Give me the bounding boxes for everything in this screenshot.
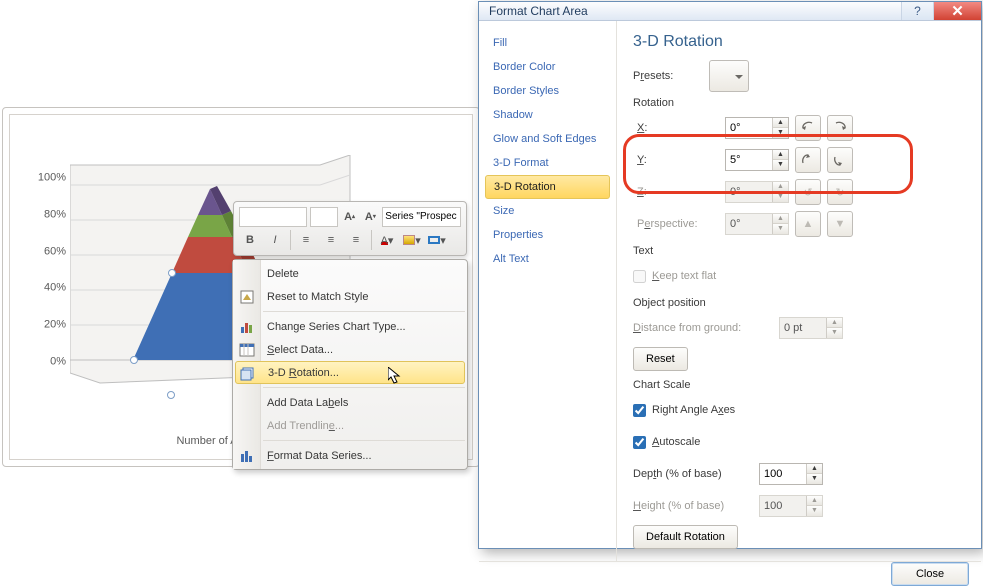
keep-text-flat-check: Keep text flat	[633, 270, 716, 283]
ytick: 0%	[50, 357, 66, 368]
selection-handle[interactable]	[130, 356, 138, 364]
perspective-input	[726, 218, 772, 230]
perspective-label: Perspective:	[633, 218, 719, 230]
pane-3d-rotation: 3-D Rotation Presets: Rotation X: ▲▼	[617, 21, 981, 561]
chart-type-icon	[238, 318, 256, 336]
rot-x-left-button[interactable]	[795, 115, 821, 141]
rot-y-spinner[interactable]: ▲▼	[725, 149, 789, 171]
default-rotation-button[interactable]: Default Rotation	[633, 525, 738, 549]
cat-3d-rotation[interactable]: 3-D Rotation	[485, 175, 610, 199]
fill-color-button[interactable]: ▾	[401, 230, 423, 250]
cat-shadow[interactable]: Shadow	[479, 103, 616, 127]
font-name-combo[interactable]	[239, 207, 307, 227]
category-list: Fill Border Color Border Styles Shadow G…	[479, 21, 617, 561]
ctx-3d-rotation[interactable]: 3-D Rotation...	[235, 361, 465, 384]
height-label: Height (% of base)	[633, 500, 753, 512]
cat-glow[interactable]: Glow and Soft Edges	[479, 127, 616, 151]
ytick: 80%	[44, 209, 66, 220]
depth-input[interactable]	[760, 468, 806, 480]
ctx-format-data-series[interactable]: Format Data Series...	[233, 444, 467, 467]
y-axis-labels: 100% 80% 60% 40% 20% 0%	[26, 155, 66, 385]
rot-y-down-button[interactable]	[827, 147, 853, 173]
ctx-reset-match-style[interactable]: Reset to Match Style	[233, 285, 467, 308]
section-rotation: Rotation	[633, 97, 965, 109]
cat-alt-text[interactable]: Alt Text	[479, 247, 616, 271]
format-series-icon	[238, 447, 256, 465]
rot-z-label: Z:	[633, 186, 719, 198]
font-color-button[interactable]: A▾	[376, 230, 398, 250]
cat-border-color[interactable]: Border Color	[479, 55, 616, 79]
rot-x-spinner[interactable]: ▲▼	[725, 117, 789, 139]
section-chart-scale: Chart Scale	[633, 379, 965, 391]
outline-color-button[interactable]: ▾	[426, 230, 448, 250]
font-size-combo[interactable]	[310, 207, 338, 227]
distance-input	[780, 322, 826, 334]
rot-y-input[interactable]	[726, 154, 772, 166]
mini-format-toolbar[interactable]: A▴ A▾ Series "Prospec B I ≡ ≡ ≡ A▾ ▾ ▾	[233, 201, 467, 256]
ctx-change-series-type[interactable]: Change Series Chart Type...	[233, 315, 467, 338]
autoscale-check[interactable]: Autoscale	[633, 436, 700, 449]
distance-label: Distance from ground:	[633, 322, 773, 334]
reset-button[interactable]: Reset	[633, 347, 688, 371]
align-right-button[interactable]: ≡	[345, 230, 367, 250]
rot-y-up-button[interactable]	[795, 147, 821, 173]
ytick: 20%	[44, 320, 66, 331]
cat-properties[interactable]: Properties	[479, 223, 616, 247]
help-button[interactable]: ?	[901, 2, 933, 20]
persp-down-button: ▼	[827, 211, 853, 237]
rot-x-label: X:	[633, 122, 719, 134]
perspective-spinner: ▲▼	[725, 213, 789, 235]
height-spinner: ▲▼	[759, 495, 823, 517]
dialog-footer: Close	[479, 561, 981, 586]
ytick: 100%	[38, 173, 66, 184]
close-button[interactable]: ✕	[933, 2, 981, 20]
rot-z-spinner: ▲▼	[725, 181, 789, 203]
height-input	[760, 500, 806, 512]
section-text: Text	[633, 245, 965, 257]
rotation-icon	[239, 364, 257, 382]
rot-z-ccw-button: ↺	[795, 179, 821, 205]
rot-x-right-button[interactable]	[827, 115, 853, 141]
right-angle-axes-check[interactable]: Right Angle Axes	[633, 404, 735, 417]
ctx-select-data[interactable]: Select Data...	[233, 338, 467, 361]
cursor-icon	[388, 367, 404, 385]
select-data-icon	[238, 341, 256, 359]
pane-title: 3-D Rotation	[633, 33, 965, 51]
ctx-delete[interactable]: Delete	[233, 262, 467, 285]
format-chart-area-dialog: Format Chart Area ? ✕ Fill Border Color …	[478, 1, 982, 549]
ytick: 60%	[44, 246, 66, 257]
presets-label: Presets:	[633, 70, 703, 82]
persp-up-button: ▲	[795, 211, 821, 237]
ctx-add-trendline: Add Trendline...	[233, 414, 467, 437]
shrink-font-button[interactable]: A▾	[361, 207, 379, 227]
close-dialog-button[interactable]: Close	[891, 562, 969, 586]
series-picker-combo[interactable]: Series "Prospec	[382, 207, 461, 227]
dialog-titlebar[interactable]: Format Chart Area ? ✕	[479, 2, 981, 21]
ytick: 40%	[44, 283, 66, 294]
rot-x-input[interactable]	[726, 122, 772, 134]
rot-z-cw-button: ↻	[827, 179, 853, 205]
cat-3d-format[interactable]: 3-D Format	[479, 151, 616, 175]
presets-dropdown[interactable]	[709, 60, 749, 92]
rot-z-input	[726, 186, 772, 198]
cat-fill[interactable]: Fill	[479, 31, 616, 55]
cat-size[interactable]: Size	[479, 199, 616, 223]
context-menu: Delete Reset to Match Style Change Serie…	[232, 259, 468, 470]
depth-spinner[interactable]: ▲▼	[759, 463, 823, 485]
reset-icon	[238, 288, 256, 306]
align-center-button[interactable]: ≡	[320, 230, 342, 250]
bold-button[interactable]: B	[239, 230, 261, 250]
depth-label: Depth (% of base)	[633, 468, 753, 480]
grow-font-button[interactable]: A▴	[341, 207, 359, 227]
dialog-title: Format Chart Area	[489, 4, 588, 18]
selection-handle[interactable]	[167, 391, 175, 399]
selection-handle[interactable]	[168, 269, 176, 277]
distance-spinner: ▲▼	[779, 317, 843, 339]
cat-border-styles[interactable]: Border Styles	[479, 79, 616, 103]
rot-y-label: Y:	[633, 154, 719, 166]
align-left-button[interactable]: ≡	[295, 230, 317, 250]
ctx-add-data-labels[interactable]: Add Data Labels	[233, 391, 467, 414]
section-object-pos: Object position	[633, 297, 965, 309]
italic-button[interactable]: I	[264, 230, 286, 250]
